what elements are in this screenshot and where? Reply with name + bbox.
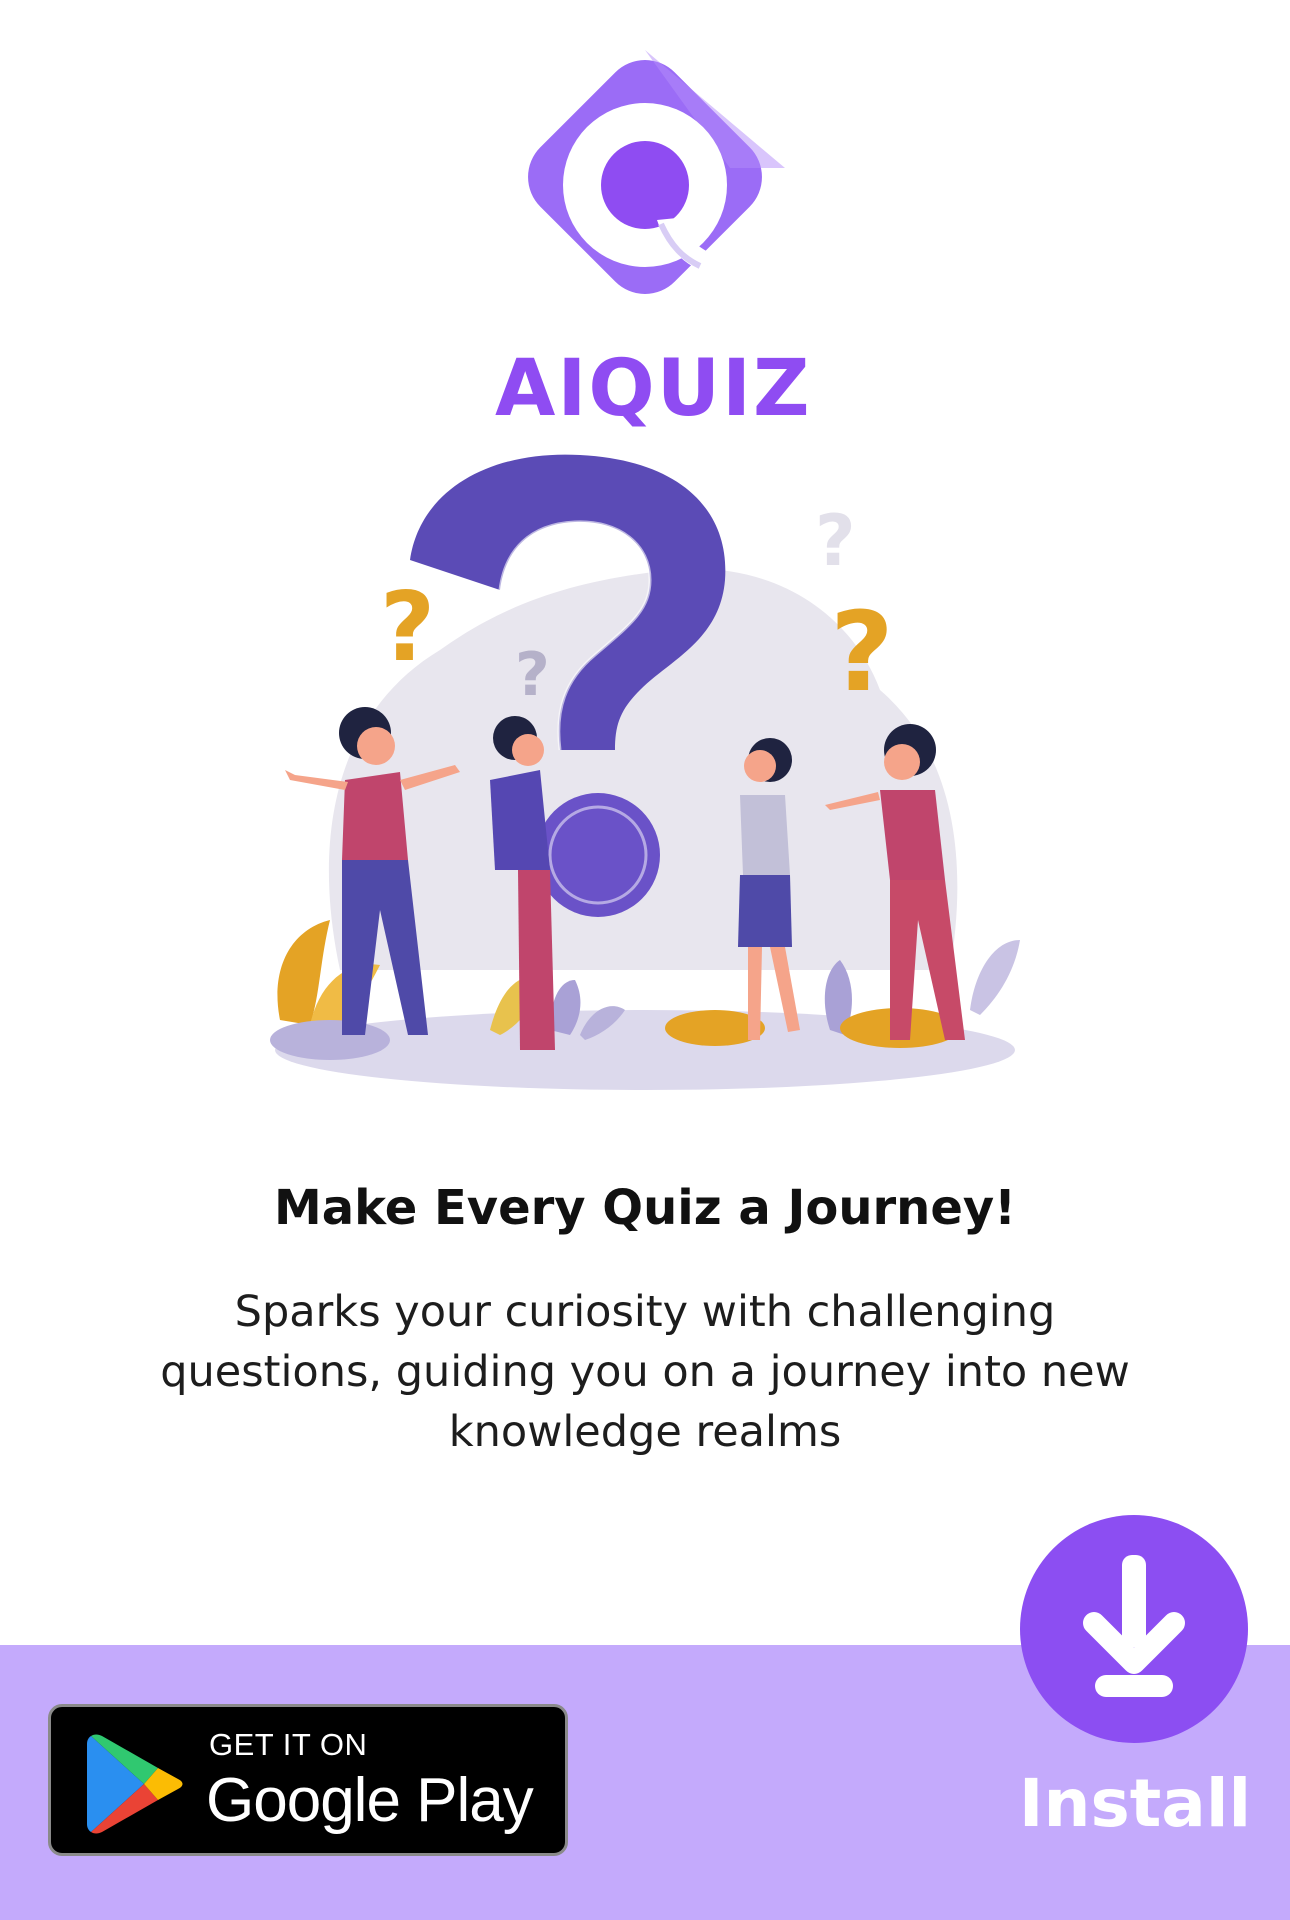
svg-text:?: ? — [380, 573, 435, 683]
google-play-badge[interactable]: GET IT ON Google Play — [48, 1704, 568, 1856]
svg-text:?: ? — [515, 640, 550, 710]
badge-line1: GET IT ON — [209, 1727, 368, 1762]
download-icon — [1083, 1555, 1185, 1697]
app-logo: AIQUIZ — [495, 50, 810, 428]
svg-text:?: ? — [830, 588, 894, 716]
svg-text:?: ? — [815, 500, 856, 582]
q-diamond-logo-icon — [528, 50, 785, 294]
description: Sparks your curiosity with challenging q… — [160, 1287, 1130, 1457]
people-question-marks-illustration: ? ? ? ? — [270, 454, 1020, 1090]
badge-line2: Google Play — [206, 1766, 534, 1835]
headline: Make Every Quiz a Journey! — [273, 1180, 1017, 1236]
install-label[interactable]: Install — [985, 1765, 1285, 1842]
google-play-icon — [87, 1734, 183, 1834]
install-button[interactable] — [1020, 1515, 1248, 1743]
brand-name: AIQUIZ — [495, 344, 812, 434]
